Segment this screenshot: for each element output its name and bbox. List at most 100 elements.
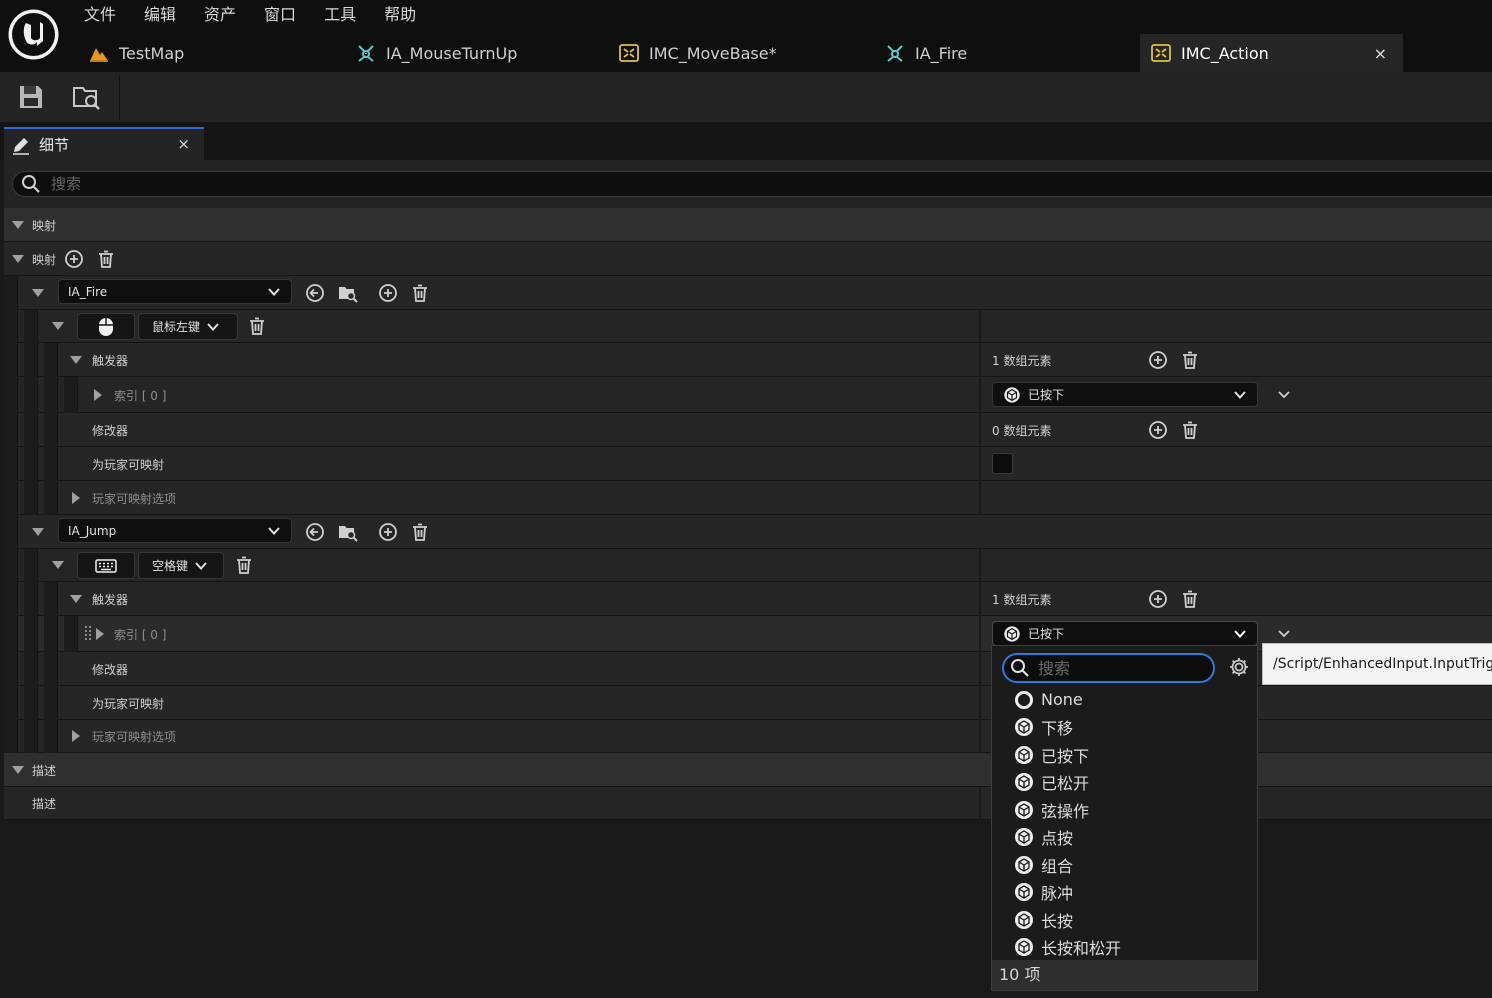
indent-guide [4,481,18,515]
dropdown-item-chorded[interactable]: 弦操作 [992,796,1257,824]
add-icon[interactable] [1148,589,1168,609]
menu-window[interactable]: 窗口 [250,0,310,30]
column-splitter[interactable] [979,343,981,377]
add-icon[interactable] [378,283,398,303]
expand-arrow-icon[interactable] [70,593,82,605]
indent-guide [4,310,18,343]
expand-arrow-icon[interactable] [52,320,64,332]
dropdown-list: None 下移 已按下 已松开 弦操作 点按 组合 脉冲 长按 长按和松开 [992,686,1257,961]
indent-guide [4,413,18,447]
trash-icon[interactable] [1180,589,1200,609]
trigger-type-combo[interactable]: 已按下 [992,382,1258,407]
column-splitter[interactable] [979,447,981,481]
details-panel-tab[interactable]: 细节 × [4,127,204,160]
collapse-arrow-icon[interactable] [70,730,82,742]
trash-icon[interactable] [234,555,254,575]
input-action-combo[interactable]: IA_Jump [58,518,292,543]
input-action-combo[interactable]: IA_Fire [58,279,292,304]
browse-content-icon[interactable] [72,82,102,112]
column-splitter[interactable] [979,686,981,720]
menu-edit[interactable]: 编辑 [130,0,190,30]
column-splitter[interactable] [979,616,981,652]
column-splitter[interactable] [979,582,981,616]
key-selector-button[interactable] [77,313,135,340]
trash-icon[interactable] [247,316,267,336]
chevron-down-icon[interactable] [1274,385,1294,405]
details-search-input[interactable] [49,174,1492,194]
column-splitter[interactable] [979,413,981,447]
add-icon[interactable] [378,522,398,542]
indent-guide [4,276,18,310]
player-mappable-checkbox[interactable] [992,453,1013,474]
add-icon[interactable] [1148,420,1168,440]
tab-testmap[interactable]: TestMap [88,34,184,72]
menu-help[interactable]: 帮助 [370,0,430,30]
dropdown-item-pulse[interactable]: 脉冲 [992,879,1257,907]
section-mappings[interactable]: 映射 [4,208,1492,242]
triggers-row: 触发器 1 数组元素 [4,343,1492,377]
expand-arrow-icon[interactable] [32,287,44,299]
add-icon[interactable] [1148,350,1168,370]
trash-icon[interactable] [410,522,430,542]
column-splitter[interactable] [979,652,981,686]
column-splitter[interactable] [979,549,981,582]
expand-arrow-icon[interactable] [12,253,24,265]
key-combo[interactable]: 空格键 [138,552,224,579]
dropdown-search-input[interactable] [1036,657,1213,679]
trash-icon[interactable] [410,283,430,303]
drag-handle-icon[interactable] [85,626,91,642]
dropdown-item-tap[interactable]: 点按 [992,824,1257,852]
expand-arrow-icon[interactable] [32,526,44,538]
indent-guide [24,549,38,582]
collapse-arrow-icon[interactable] [94,628,106,640]
collapse-arrow-icon[interactable] [92,389,104,401]
chevron-down-icon[interactable] [1274,624,1294,644]
menu-file[interactable]: 文件 [70,0,130,30]
trash-icon[interactable] [96,249,116,269]
column-splitter[interactable] [979,720,981,753]
expand-arrow-icon[interactable] [70,354,82,366]
column-splitter[interactable] [979,310,981,343]
details-search-box[interactable] [12,171,1492,197]
browse-asset-icon[interactable] [338,522,358,542]
dropdown-item-hold[interactable]: 长按 [992,906,1257,934]
trash-icon[interactable] [1180,350,1200,370]
unreal-logo-icon[interactable] [7,8,60,61]
collapse-arrow-icon[interactable] [70,492,82,504]
expand-arrow-icon[interactable] [12,764,24,776]
dropdown-item-hold-and-release[interactable]: 长按和松开 [992,934,1257,962]
close-icon[interactable]: × [1374,44,1387,63]
trigger-class-icon [1015,745,1033,764]
gear-icon[interactable] [1228,656,1250,678]
tab-ia-mouseturnup[interactable]: IA_MouseTurnUp [355,34,517,72]
add-icon[interactable] [64,249,84,269]
tab-ia-fire[interactable]: IA_Fire [884,34,967,72]
menu-asset[interactable]: 资产 [190,0,250,30]
dropdown-search-box[interactable] [1002,653,1215,683]
save-icon[interactable] [16,82,46,112]
expand-arrow-icon[interactable] [12,219,24,231]
menu-tools[interactable]: 工具 [310,0,370,30]
use-selected-icon[interactable] [305,522,325,542]
dropdown-item-combo[interactable]: 组合 [992,851,1257,879]
trigger-type-combo[interactable]: 已按下 [992,621,1258,646]
expand-arrow-icon[interactable] [52,559,64,571]
dropdown-item-down[interactable]: 下移 [992,714,1257,742]
close-icon[interactable]: × [177,135,190,153]
trigger-type-value: 已按下 [1028,627,1065,641]
column-splitter[interactable] [979,787,981,820]
section-description[interactable]: 描述 [4,753,1492,787]
tab-imc-movebase[interactable]: IMC_MoveBase* [618,34,777,72]
column-splitter[interactable] [979,481,981,515]
key-selector-button[interactable] [77,552,135,579]
dropdown-item-label: 组合 [1041,856,1074,876]
use-selected-icon[interactable] [305,283,325,303]
trash-icon[interactable] [1180,420,1200,440]
key-combo[interactable]: 鼠标左键 [138,313,238,340]
dropdown-item-pressed[interactable]: 已按下 [992,741,1257,769]
browse-asset-icon[interactable] [338,283,358,303]
column-splitter[interactable] [979,377,981,413]
tab-imc-action[interactable]: IMC_Action × [1140,34,1403,72]
dropdown-item-released[interactable]: 已松开 [992,769,1257,797]
dropdown-item-none[interactable]: None [992,686,1257,714]
